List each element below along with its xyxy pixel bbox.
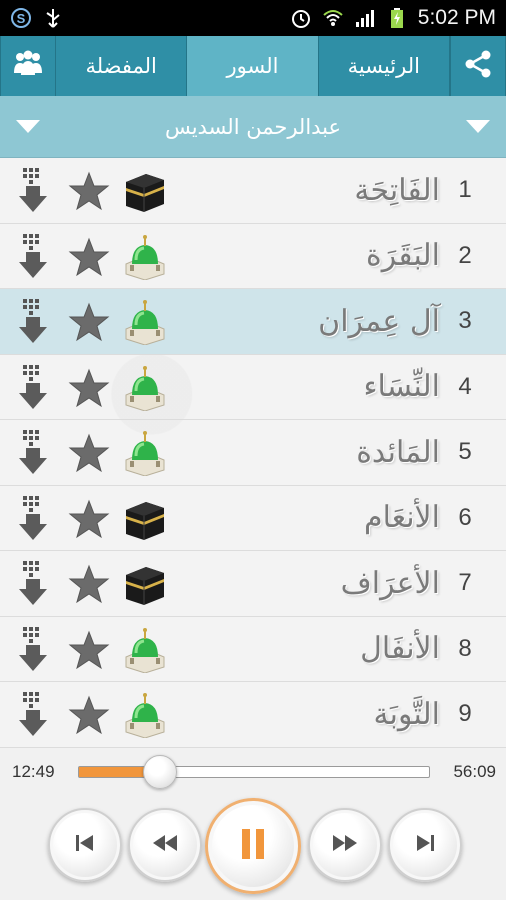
pause-button[interactable] <box>205 798 301 894</box>
surah-name: النِّسَاء <box>363 369 440 405</box>
favorite-star-icon[interactable] <box>68 237 110 277</box>
status-bar: S 5:02 PM <box>0 0 506 36</box>
mosque-dome-icon <box>122 430 168 477</box>
surah-row[interactable]: التَّوبَة 9 <box>0 682 506 748</box>
surah-list: الفَاتِحَة 1 البَقَرَة 2 آل عِمرَان 3 النِّسَا… <box>0 158 506 748</box>
favorite-star-icon[interactable] <box>68 564 110 604</box>
battery-charging-icon <box>386 7 408 29</box>
share-button[interactable] <box>449 36 506 96</box>
favorite-star-icon[interactable] <box>68 302 110 342</box>
elapsed-time: 12:49 <box>12 762 55 781</box>
kaaba-icon <box>122 168 168 214</box>
favorite-star-icon[interactable] <box>68 171 110 211</box>
skip-previous-icon <box>74 833 96 857</box>
mosque-dome-icon <box>122 234 168 281</box>
surah-name: التَّوبَة <box>373 696 440 732</box>
surah-number: 8 <box>458 634 472 662</box>
tab-surahs[interactable]: السور <box>187 36 319 96</box>
surah-row[interactable]: الأنعَام 6 <box>0 486 506 551</box>
download-icon[interactable] <box>16 559 50 609</box>
skip-previous-button[interactable] <box>48 808 122 882</box>
seek-bar[interactable] <box>78 755 430 789</box>
surah-row[interactable]: الفَاتِحَة 1 <box>0 158 506 224</box>
surah-row[interactable]: النِّسَاء 4 <box>0 355 506 420</box>
surah-number: 2 <box>458 241 472 269</box>
favorite-star-icon[interactable] <box>68 433 110 473</box>
download-icon[interactable] <box>16 494 50 544</box>
fast-forward-icon <box>331 833 359 857</box>
rewind-icon <box>151 833 179 857</box>
surah-row[interactable]: الأنفَال 8 <box>0 617 506 682</box>
share-icon <box>463 49 493 83</box>
tab-home[interactable]: الرئيسية <box>319 36 450 96</box>
player-progress: 12:49 56:09 <box>0 748 506 796</box>
reciter-selector[interactable]: عبدالرحمن السديس <box>0 96 506 158</box>
skip-next-button[interactable] <box>388 808 462 882</box>
surah-name: الأنفَال <box>360 631 440 667</box>
rewind-button[interactable] <box>128 808 202 882</box>
tab-favorites[interactable]: المفضلة <box>56 36 188 96</box>
download-icon[interactable] <box>16 690 50 740</box>
usb-icon <box>42 7 64 29</box>
surah-name: الفَاتِحَة <box>354 172 440 208</box>
surah-number: 4 <box>458 372 472 400</box>
surah-name: الأنعَام <box>364 500 440 536</box>
favorite-star-icon[interactable] <box>68 499 110 539</box>
favorite-star-icon[interactable] <box>68 368 110 408</box>
seek-thumb[interactable] <box>142 755 177 789</box>
player-controls <box>0 796 506 900</box>
kaaba-icon <box>122 496 168 542</box>
surah-row[interactable]: آل عِمرَان 3 <box>0 289 506 355</box>
surah-name: المَائدة <box>356 434 440 470</box>
mosque-dome-icon <box>122 299 168 346</box>
surah-number: 9 <box>458 700 472 728</box>
download-icon[interactable] <box>16 625 50 675</box>
surah-number: 7 <box>458 569 472 597</box>
dropdown-right-icon[interactable] <box>465 120 490 133</box>
download-icon[interactable] <box>16 297 50 347</box>
tab-bar: المفضلة السور الرئيسية <box>0 36 506 96</box>
surah-number: 3 <box>458 307 472 335</box>
svg-text:S: S <box>17 11 26 26</box>
surah-row[interactable]: المَائدة 5 <box>0 420 506 486</box>
surah-number: 1 <box>458 176 472 204</box>
surah-name: البَقَرَة <box>366 238 440 274</box>
pause-icon <box>239 827 267 865</box>
download-icon[interactable] <box>16 428 50 478</box>
mosque-dome-icon <box>122 365 168 412</box>
mosque-dome-icon <box>122 627 168 674</box>
alarm-icon <box>290 7 312 29</box>
clock: 5:02 PM <box>417 6 496 29</box>
surah-row[interactable]: الأعرَاف 7 <box>0 551 506 617</box>
surah-number: 5 <box>458 438 472 466</box>
mosque-dome-icon <box>122 692 168 739</box>
surah-row[interactable]: البَقَرَة 2 <box>0 224 506 289</box>
kaaba-icon <box>122 561 168 607</box>
skip-next-icon <box>414 833 436 857</box>
surah-name: آل عِمرَان <box>318 303 440 339</box>
skype-icon: S <box>10 7 32 29</box>
download-icon[interactable] <box>16 166 50 216</box>
favorite-star-icon[interactable] <box>68 695 110 735</box>
favorite-star-icon[interactable] <box>68 630 110 670</box>
fast-forward-button[interactable] <box>308 808 382 882</box>
dropdown-left-icon[interactable] <box>16 120 40 133</box>
download-icon[interactable] <box>16 363 50 413</box>
surah-number: 6 <box>458 503 472 531</box>
people-icon <box>12 49 44 83</box>
wifi-icon <box>322 7 344 29</box>
download-icon[interactable] <box>16 232 50 282</box>
surah-name: الأعرَاف <box>340 565 440 601</box>
signal-icon <box>354 7 376 29</box>
people-button[interactable] <box>0 36 56 96</box>
total-time: 56:09 <box>453 762 496 781</box>
reciter-name: عبدالرحمن السديس <box>164 114 342 139</box>
